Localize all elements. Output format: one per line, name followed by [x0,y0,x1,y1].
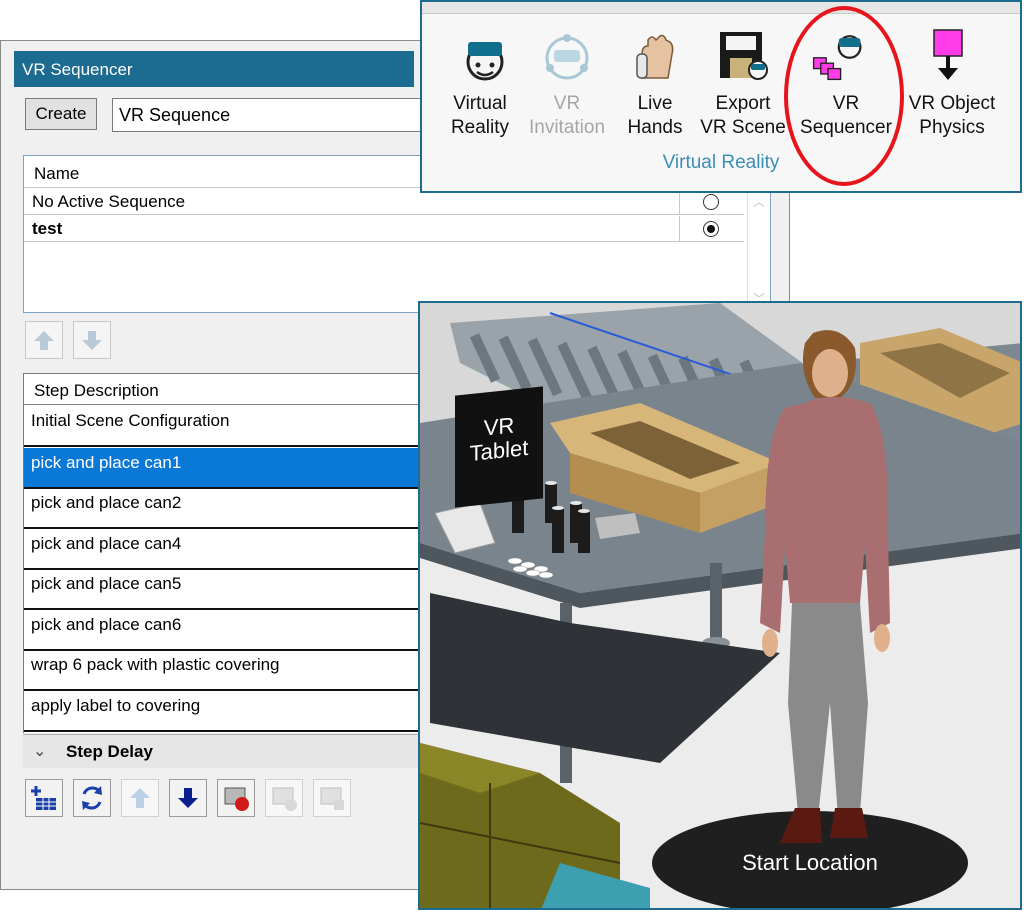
add-step-icon [31,786,56,810]
step-row[interactable]: wrap 6 pack with plastic covering [24,650,422,691]
vr-object-physics-button[interactable]: VR Object Physics [902,92,1002,140]
vr-invitation-button[interactable]: VR Invitation [517,92,617,140]
export-vr-scene-button[interactable]: Export VR Scene [693,92,793,140]
sequence-move-up-button[interactable] [25,321,63,359]
vr-invitation-icon [545,34,589,80]
sequence-name: No Active Sequence [32,192,186,211]
ribbon-virtual-reality-group: Virtual Reality VR Invitation Live Hands… [420,0,1022,193]
vr-sequencer-highlight-circle [784,6,904,186]
step-move-up-button[interactable] [121,779,159,817]
virtual-reality-label-2: Reality [450,117,510,138]
step-row[interactable]: pick and place can6 [24,610,422,651]
record-icon [224,787,249,811]
step-row-selected[interactable]: pick and place can1 [24,448,422,489]
record-step-button[interactable] [217,779,255,817]
sequence-move-down-button[interactable] [73,321,111,359]
steps-list: Step Description Initial Scene Configura… [23,373,423,733]
start-location-label: Start Location [742,850,878,875]
ribbon-group-label: Virtual Reality [662,152,780,173]
sequence-name: test [32,219,63,238]
ribbon-strip [422,2,1020,14]
create-button[interactable]: Create [25,98,97,130]
step-row[interactable]: pick and place can5 [24,569,422,610]
vr-headset-icon [466,42,504,81]
export-vr-scene-label-1: Export [715,93,771,114]
virtual-reality-label-1: Virtual [453,93,507,114]
export-vr-scene-icon [720,32,768,80]
add-step-button[interactable] [25,779,63,817]
delete-disabled-icon [320,787,344,810]
step-description-header[interactable]: Step Description [24,374,423,405]
arrow-down-icon [82,331,102,350]
live-hands-label-1: Live [637,93,673,114]
vr-invitation-label-1: VR [553,93,581,114]
live-hands-icon [636,34,674,79]
export-vr-scene-label-2: VR Scene [700,117,786,138]
live-hands-button[interactable]: Live Hands [605,92,705,140]
vr-object-physics-label-2: Physics [919,117,985,138]
panel-title: VR Sequencer [14,51,414,87]
step-move-down-button[interactable] [169,779,207,817]
edit-disabled-icon [272,787,297,811]
vr-invitation-label-2: Invitation [528,117,606,138]
vr-scene-viewport[interactable]: VR Tablet Start Location [418,301,1022,910]
step-delay-section[interactable]: ⌄ Step Delay [23,734,423,768]
step-row[interactable]: Initial Scene Configuration [24,406,422,447]
sequence-name-input[interactable]: VR Sequence [112,98,422,132]
arrow-up-icon [34,331,54,350]
sequence-row[interactable]: test [24,216,744,242]
vr-tablet-sign: VR Tablet [455,386,543,508]
vr-object-physics-label-1: VR Object [908,93,996,114]
active-radio[interactable] [703,221,719,237]
step-row[interactable]: pick and place can2 [24,488,422,529]
virtual-reality-button[interactable]: Virtual Reality [430,92,530,140]
move-down-icon [178,788,198,808]
move-up-icon [130,788,150,808]
active-radio[interactable] [703,194,719,210]
step-row[interactable]: apply label to covering [24,691,422,732]
active-cell [679,216,743,242]
vr-object-physics-icon [933,29,963,80]
step-row[interactable]: pick and place can4 [24,529,422,570]
edit-step-button[interactable] [265,779,303,817]
refresh-button[interactable] [73,779,111,817]
chevron-down-icon[interactable]: ⌄ [33,741,46,761]
delete-step-button[interactable] [313,779,351,817]
scroll-up-icon[interactable]: ︿ [748,193,770,210]
sequence-scrollbar[interactable]: ︿ ﹀ [747,189,770,312]
step-delay-label: Step Delay [66,742,153,761]
refresh-icon [82,786,102,810]
live-hands-label-2: Hands [627,117,683,138]
